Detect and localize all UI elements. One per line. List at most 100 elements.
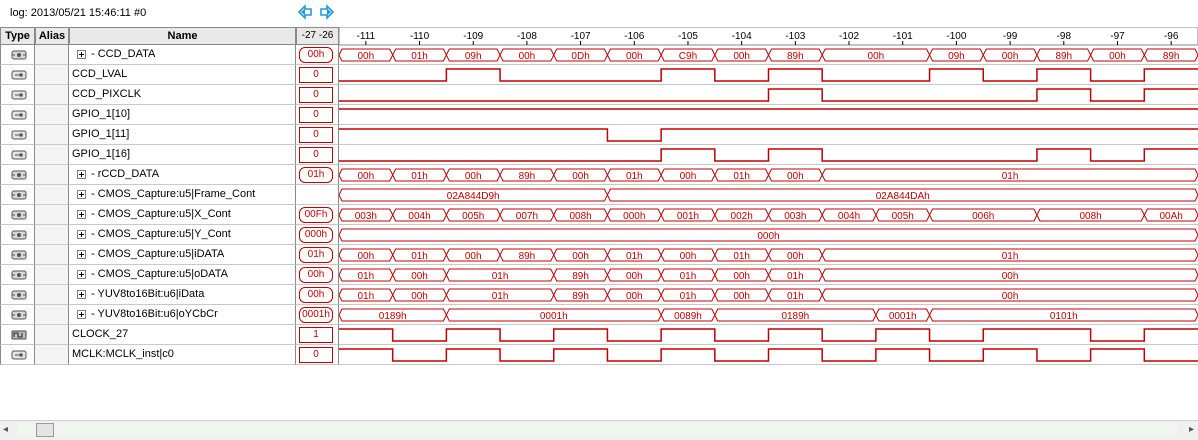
signal-name-cell[interactable]: - CMOS_Capture:u5|X_Cont <box>69 205 296 225</box>
signal-value-cell[interactable]: 01h <box>296 245 339 265</box>
horizontal-scrollbar[interactable]: ◂ ▸ <box>0 420 1198 440</box>
signal-name-cell[interactable]: - rCCD_DATA <box>69 165 296 185</box>
signal-value-cell[interactable]: 000h <box>296 225 339 245</box>
waveform-row[interactable]: 000h <box>339 228 1198 245</box>
signal-name-cell[interactable]: - CMOS_Capture:u5|iDATA <box>69 245 296 265</box>
signal-value-cell[interactable]: 0001h <box>296 305 339 325</box>
signal-name-cell[interactable]: - CMOS_Capture:u5|oDATA <box>69 265 296 285</box>
signal-type-cell[interactable] <box>0 265 35 285</box>
expand-plus-icon[interactable] <box>77 230 86 239</box>
column-header-alias[interactable]: Alias <box>35 27 69 45</box>
expand-plus-icon[interactable] <box>77 210 86 219</box>
signal-type-cell[interactable] <box>0 325 35 345</box>
waveform-row[interactable]: 0189h 0001h 0089h 0189h 0001h 0101h <box>339 308 1198 325</box>
signal-type-cell[interactable] <box>0 185 35 205</box>
signal-name-cell[interactable]: - YUV8to16Bit:u6|oYCbCr <box>69 305 296 325</box>
waveform-row[interactable]: 01h 00h 01h 89h 00h 01h 00h 01h 00h <box>339 288 1198 305</box>
scroll-right-arrow-icon[interactable]: ▸ <box>1189 424 1194 435</box>
waveform-row[interactable] <box>339 128 1198 145</box>
waveform-row[interactable]: 01h 00h 01h 89h 00h 01h 00h 01h 00h <box>339 268 1198 285</box>
signal-value-cell[interactable]: 00h <box>296 265 339 285</box>
expand-plus-icon[interactable] <box>77 250 86 259</box>
signal-alias-cell[interactable] <box>35 305 69 325</box>
signal-value-cell[interactable]: 01h <box>296 165 339 185</box>
signal-alias-cell[interactable] <box>35 265 69 285</box>
waveform-row[interactable] <box>339 148 1198 165</box>
bit-waveform[interactable] <box>339 68 1198 82</box>
signal-name-cell[interactable]: GPIO_1[16] <box>69 145 296 165</box>
signal-alias-cell[interactable] <box>35 165 69 185</box>
signal-alias-cell[interactable] <box>35 85 69 105</box>
signal-name-cell[interactable]: MCLK:MCLK_inst|c0 <box>69 345 296 365</box>
signal-value-cell[interactable]: 0 <box>296 85 339 105</box>
scroll-thumb[interactable] <box>36 423 54 437</box>
signal-type-cell[interactable] <box>0 45 35 65</box>
expand-plus-icon[interactable] <box>77 270 86 279</box>
column-header-value[interactable]: -27 -26 <box>296 27 339 45</box>
bit-waveform[interactable] <box>339 328 1198 342</box>
waveform-row[interactable]: 00h 01h 00h 89h 00h 01h 00h 01h 00h 01h <box>339 168 1198 185</box>
scroll-left-arrow-icon[interactable]: ◂ <box>3 424 8 435</box>
waveform-row[interactable] <box>339 328 1198 345</box>
signal-type-cell[interactable] <box>0 305 35 325</box>
signal-type-cell[interactable] <box>0 85 35 105</box>
signal-alias-cell[interactable] <box>35 245 69 265</box>
nav-right-arrow-icon[interactable] <box>319 4 335 20</box>
signal-value-cell[interactable]: 0 <box>296 105 339 125</box>
signal-name-cell[interactable]: CCD_PIXCLK <box>69 85 296 105</box>
signal-type-cell[interactable] <box>0 165 35 185</box>
waveform-area[interactable]: -111 -110 -109 -108 -107 -106 -105 -104 -103 -102… <box>339 27 1198 367</box>
waveform-row[interactable] <box>339 68 1198 85</box>
signal-alias-cell[interactable] <box>35 125 69 145</box>
bit-waveform[interactable] <box>339 348 1198 362</box>
signal-alias-cell[interactable] <box>35 345 69 365</box>
signal-name-cell[interactable]: - YUV8to16Bit:u6|iData <box>69 285 296 305</box>
signal-type-cell[interactable] <box>0 205 35 225</box>
signal-value-cell[interactable]: 0 <box>296 345 339 365</box>
signal-type-cell[interactable] <box>0 345 35 365</box>
signal-value-cell[interactable]: 0 <box>296 125 339 145</box>
expand-plus-icon[interactable] <box>77 310 86 319</box>
bit-waveform[interactable] <box>339 128 1198 142</box>
waveform-row[interactable] <box>339 108 1198 125</box>
nav-left-arrow-icon[interactable] <box>297 4 313 20</box>
signal-value-cell[interactable]: 0 <box>296 65 339 85</box>
expand-plus-icon[interactable] <box>77 290 86 299</box>
signal-type-cell[interactable] <box>0 285 35 305</box>
signal-alias-cell[interactable] <box>35 185 69 205</box>
signal-name-cell[interactable]: GPIO_1[11] <box>69 125 296 145</box>
column-header-name[interactable]: Name <box>69 27 296 45</box>
signal-type-cell[interactable] <box>0 65 35 85</box>
expand-plus-icon[interactable] <box>77 190 86 199</box>
signal-name-cell[interactable]: GPIO_1[10] <box>69 105 296 125</box>
signal-alias-cell[interactable] <box>35 45 69 65</box>
signal-name-cell[interactable]: - CMOS_Capture:u5|Y_Cont <box>69 225 296 245</box>
signal-alias-cell[interactable] <box>35 325 69 345</box>
signal-name-cell[interactable]: - CMOS_Capture:u5|Frame_Cont <box>69 185 296 205</box>
waveform-row[interactable]: 00h 01h 00h 89h 00h 01h 00h 01h 00h 01h <box>339 248 1198 265</box>
signal-name-cell[interactable]: CLOCK_27 <box>69 325 296 345</box>
expand-plus-icon[interactable] <box>77 50 86 59</box>
signal-value-cell[interactable]: 00Fh <box>296 205 339 225</box>
signal-type-cell[interactable] <box>0 105 35 125</box>
scroll-track[interactable] <box>18 423 1178 437</box>
signal-value-cell[interactable]: 00h <box>296 285 339 305</box>
column-header-type[interactable]: Type <box>0 27 35 45</box>
waveform-row[interactable]: 00h 01h 09h 00h 0Dh 00h C9h 00h 89h 00h 09h 00h 89h 0… <box>339 48 1198 65</box>
waveform-row[interactable]: 02A844D9h 02A844DAh <box>339 188 1198 205</box>
signal-alias-cell[interactable] <box>35 285 69 305</box>
waveform-row[interactable] <box>339 88 1198 105</box>
signal-alias-cell[interactable] <box>35 205 69 225</box>
bit-waveform[interactable] <box>339 88 1198 102</box>
waveform-row[interactable]: 003h 004h 005h 007h 008h 000h 001h 002h 003h 004h… <box>339 208 1198 225</box>
bit-waveform[interactable] <box>339 148 1198 162</box>
signal-alias-cell[interactable] <box>35 225 69 245</box>
waveform-row[interactable] <box>339 348 1198 365</box>
signal-type-cell[interactable] <box>0 145 35 165</box>
signal-value-cell[interactable] <box>296 185 339 205</box>
signal-type-cell[interactable] <box>0 225 35 245</box>
signal-alias-cell[interactable] <box>35 65 69 85</box>
signal-type-cell[interactable] <box>0 245 35 265</box>
expand-plus-icon[interactable] <box>77 170 86 179</box>
signal-name-cell[interactable]: CCD_LVAL <box>69 65 296 85</box>
